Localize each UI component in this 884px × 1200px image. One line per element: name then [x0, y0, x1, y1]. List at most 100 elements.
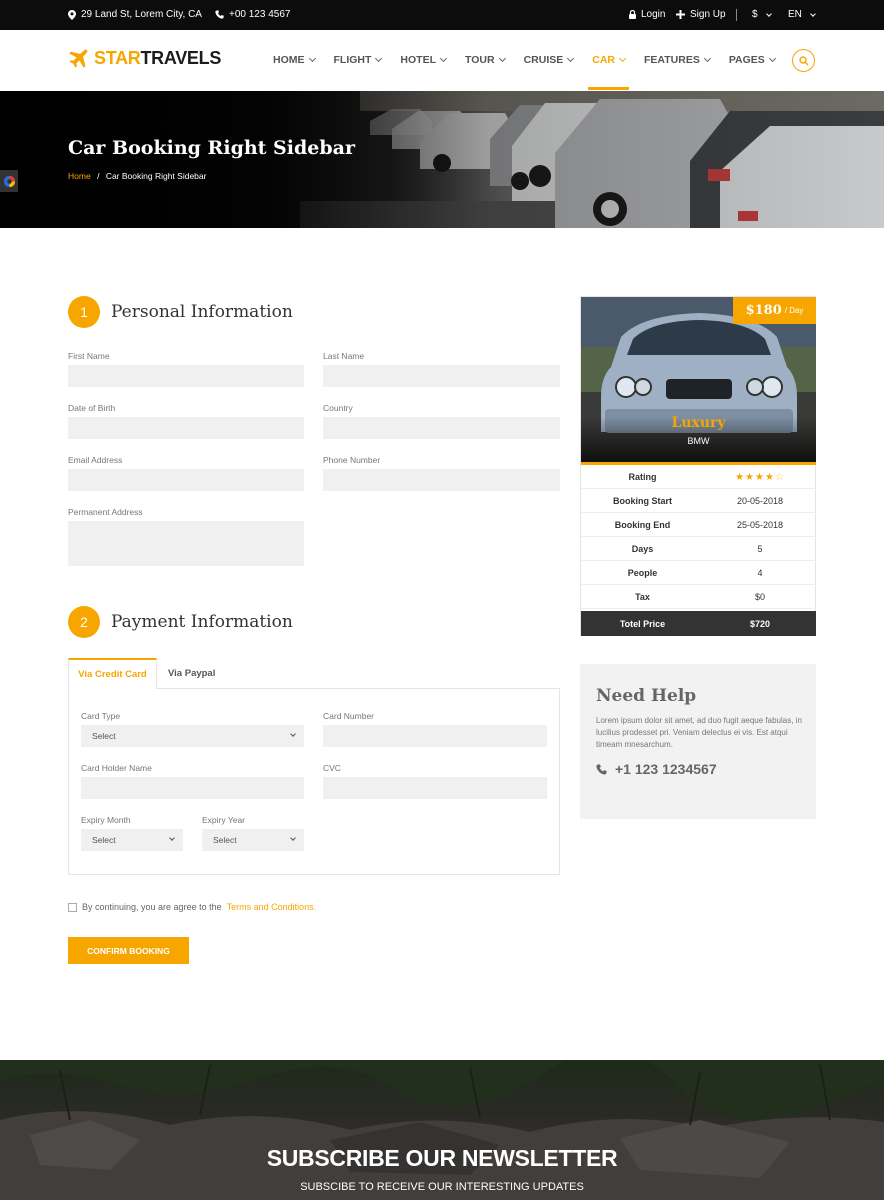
card-type-label: Card Type [81, 711, 121, 721]
row-value: $0 [754, 592, 765, 602]
booking-start-row: Booking Start 20-05-2018 [581, 489, 816, 513]
chevron-down-icon [439, 54, 448, 63]
phone-text: +00 123 4567 [229, 9, 291, 20]
tax-row: Tax $0 [581, 585, 816, 609]
nav-features-label: FEATURES [644, 54, 700, 66]
nav-hotel[interactable]: HOTEL [400, 54, 448, 66]
chevron-down-icon [375, 54, 383, 63]
chevron-down-icon [290, 731, 296, 737]
airplane-icon [69, 49, 88, 68]
signup-label: Sign Up [690, 9, 726, 20]
expiry-year-select[interactable]: Select [202, 829, 304, 851]
nav-pages[interactable]: PAGES [728, 54, 776, 66]
phone-label: Phone Number [323, 455, 381, 465]
phone-item[interactable]: +00 123 4567 [215, 9, 290, 20]
breadcrumb-current: Car Booking Right Sidebar [105, 171, 207, 181]
price-period: / Day [784, 306, 804, 315]
terms-link[interactable]: Terms and Conditions. [227, 902, 317, 912]
chevron-down-icon [567, 54, 575, 63]
phone-icon [596, 763, 607, 775]
card-type-value: Select [92, 731, 116, 741]
email-input[interactable] [68, 469, 304, 491]
personal-info-title: Personal Information [111, 302, 293, 322]
phone-input[interactable] [323, 469, 560, 491]
help-phone[interactable]: +1 123 1234567 [596, 761, 717, 777]
chevron-down-icon [169, 835, 175, 841]
expiry-year-label: Expiry Year [202, 815, 245, 825]
terms-text: By continuing, you are agree to the [82, 902, 222, 912]
chevron-down-icon [308, 54, 316, 63]
confirm-booking-button[interactable]: CONFIRM BOOKING [68, 937, 189, 964]
rating-stars: ★★★★☆ [704, 472, 816, 483]
email-label: Email Address [68, 455, 123, 465]
chevron-down-icon [498, 54, 506, 63]
parked-cars-image [0, 91, 884, 228]
logo-star-text: STAR [94, 48, 141, 68]
signup-link[interactable]: Sign Up [676, 9, 726, 20]
site-logo[interactable]: STARTRAVELS [68, 48, 221, 69]
topbar-divider [736, 9, 737, 21]
language-dropdown[interactable]: EN [788, 9, 816, 20]
car-name: Luxury [671, 415, 726, 431]
car-image: $180 / Day Luxury BMW [581, 297, 816, 462]
country-input[interactable] [323, 417, 560, 439]
last-name-input[interactable] [323, 365, 560, 387]
expiry-year-value: Select [213, 835, 237, 845]
price-amount: $180 [745, 303, 782, 318]
card-type-select[interactable]: Select [81, 725, 304, 747]
terms-checkbox[interactable] [68, 902, 77, 912]
language-value: EN [788, 9, 802, 20]
card-number-input[interactable] [323, 725, 547, 747]
help-phone-number: +1 123 1234567 [615, 761, 717, 777]
nav-features[interactable]: FEATURES [644, 54, 711, 66]
nav-pages-label: PAGES [728, 54, 765, 66]
nav-flight[interactable]: FLIGHT [333, 54, 383, 66]
nav-flight-label: FLIGHT [333, 54, 372, 66]
breadcrumb-home-link[interactable]: Home [68, 171, 91, 181]
payment-info-title: Payment Information [111, 612, 293, 632]
search-icon [798, 55, 809, 66]
nav-car[interactable]: CAR [588, 54, 629, 90]
first-name-input[interactable] [68, 365, 304, 387]
currency-dropdown[interactable]: $ [752, 9, 772, 20]
breadcrumb-separator: / [97, 171, 100, 181]
row-key: Booking Start [612, 496, 672, 506]
chevron-down-icon [290, 835, 296, 841]
tab-paypal[interactable]: Via Paypal [168, 668, 215, 679]
address-text: 29 Land St, Lorem City, CA [81, 9, 202, 20]
address-textarea[interactable] [68, 521, 304, 566]
expiry-month-select[interactable]: Select [81, 829, 183, 851]
need-help-box: Need Help Lorem ipsum dolor sit amet, ad… [580, 664, 816, 819]
nav-cruise-label: CRUISE [523, 54, 564, 66]
holder-name-input[interactable] [81, 777, 304, 799]
row-value: 25-05-2018 [736, 520, 784, 530]
chevron-down-icon [765, 10, 772, 17]
expiry-month-label: Expiry Month [81, 815, 131, 825]
total-price-label: Totel Price [619, 619, 666, 629]
forest-rocks-background [0, 1060, 884, 1200]
dob-label: Date of Birth [68, 403, 116, 413]
rating-row: Rating ★★★★☆ [581, 465, 816, 489]
holder-name-label: Card Holder Name [81, 763, 152, 773]
tab-credit-card[interactable]: Via Credit Card [68, 658, 157, 689]
dob-input[interactable] [68, 417, 304, 439]
color-switcher-button[interactable] [0, 170, 18, 192]
terms-agreement: By continuing, you are agree to the Term… [68, 902, 316, 912]
nav-tour[interactable]: TOUR [465, 54, 506, 66]
cvc-input[interactable] [323, 777, 547, 799]
star-filled-icon: ★ [735, 472, 746, 483]
page-hero: Car Booking Right Sidebar Home / Car Boo… [0, 91, 884, 228]
last-name-label: Last Name [323, 351, 365, 361]
booking-end-row: Booking End 25-05-2018 [581, 513, 816, 537]
nav-home[interactable]: HOME [273, 54, 316, 66]
plus-icon [676, 10, 685, 19]
login-link[interactable]: Login [629, 9, 665, 20]
location-pin-icon [68, 9, 76, 20]
days-row: Days 5 [581, 537, 816, 561]
row-value: 4 [757, 568, 763, 578]
search-button[interactable] [792, 49, 815, 72]
page-title: Car Booking Right Sidebar [68, 137, 355, 159]
first-name-label: First Name [68, 351, 110, 361]
nav-cruise[interactable]: CRUISE [523, 54, 575, 66]
row-value: 20-05-2018 [736, 496, 784, 506]
